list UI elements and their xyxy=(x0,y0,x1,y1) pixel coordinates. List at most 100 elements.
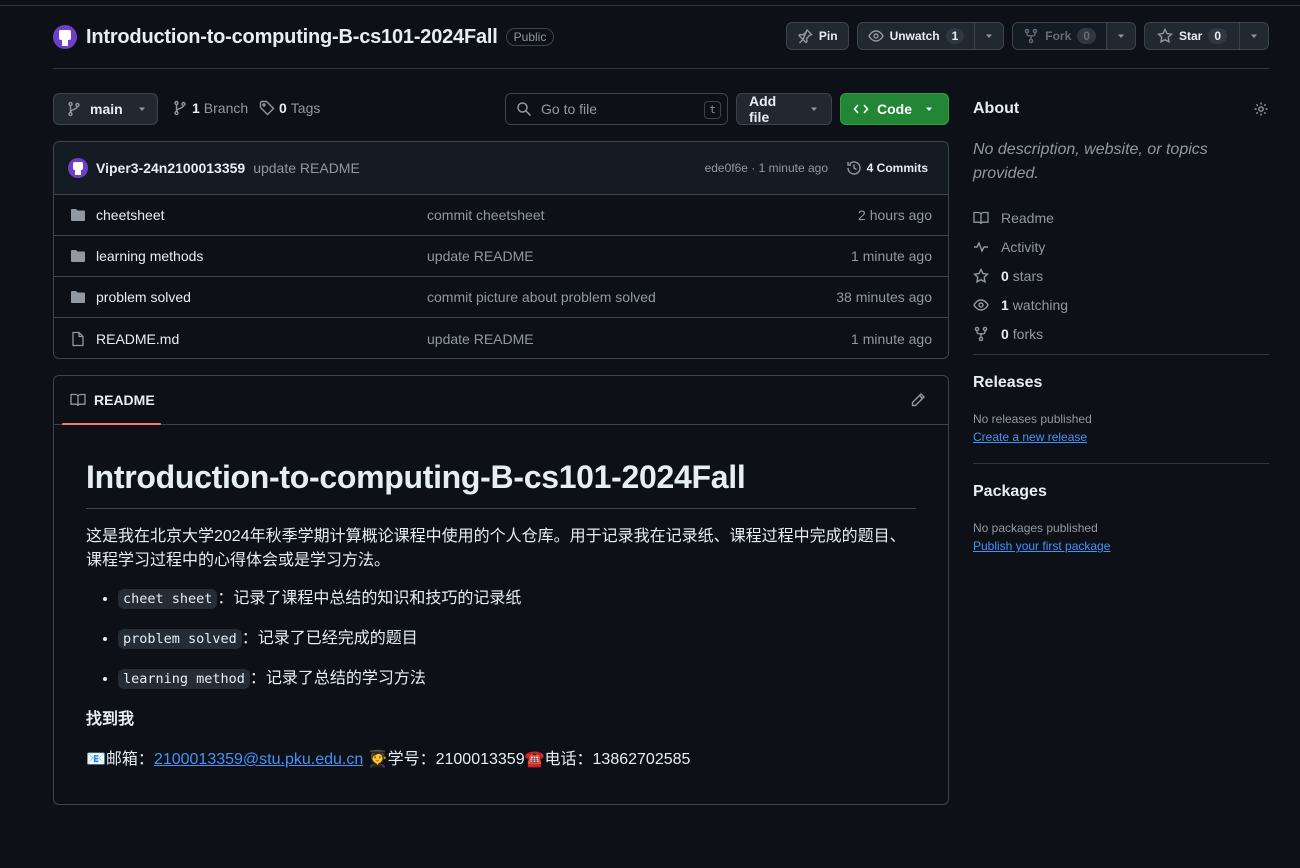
releases-status: No releases published xyxy=(973,412,1092,426)
tab-readme-label: README xyxy=(94,392,155,408)
watch-count: 1 xyxy=(945,28,965,44)
list-item-text: ：记录了总结的学习方法 xyxy=(249,670,426,687)
readme-intro: 这是我在北京大学2024年秋季学期计算概论课程中使用的个人仓库。用于记录我在记录… xyxy=(86,528,906,569)
about-heading: About xyxy=(973,100,1020,117)
file-row[interactable]: cheetsheet commit cheetsheet 2 hours ago xyxy=(54,195,948,236)
packages-heading[interactable]: Packages xyxy=(973,483,1047,501)
add-file-label: Add file xyxy=(749,93,777,125)
repo-title[interactable]: Introduction-to-computing-B-cs101-2024Fa… xyxy=(86,26,498,49)
file-name[interactable]: README.md xyxy=(96,331,179,347)
unwatch-label: Unwatch xyxy=(889,29,940,43)
readme-tab-bar: README xyxy=(54,376,948,425)
fork-icon xyxy=(1023,28,1039,44)
code-button[interactable]: Code xyxy=(840,93,949,125)
file-toolbar: main 1 Branch 0 Tags Go to file t Add fi… xyxy=(53,93,949,125)
triangle-down-icon xyxy=(809,104,819,114)
history-icon xyxy=(846,160,862,176)
commit-author-avatar[interactable] xyxy=(68,158,88,178)
star-icon xyxy=(973,267,989,284)
commit-author[interactable]: Viper3-24n2100013359 xyxy=(96,160,245,176)
shortcut-hint: t xyxy=(704,101,721,119)
pencil-icon[interactable] xyxy=(910,392,926,408)
file-name[interactable]: problem solved xyxy=(96,289,191,305)
readme-panel: README Introduction-to-computing-B-cs101… xyxy=(53,375,949,805)
watching-label: watching xyxy=(1012,296,1069,313)
file-commit-message[interactable]: commit cheetsheet xyxy=(427,207,545,223)
releases-heading[interactable]: Releases xyxy=(973,374,1042,392)
fork-dropdown-button[interactable] xyxy=(1106,22,1136,50)
tag-count-label: Tags xyxy=(290,100,321,116)
commit-hash-time[interactable]: ede0f6e · 1 minute ago xyxy=(705,161,828,175)
activity-link-label: Activity xyxy=(1001,238,1046,255)
go-to-file-input[interactable]: Go to file t xyxy=(505,93,728,125)
inline-code: problem solved xyxy=(118,629,242,649)
tags-link[interactable]: 0 Tags xyxy=(259,100,320,116)
branch-selector[interactable]: main xyxy=(53,93,158,125)
file-updated-time: 2 hours ago xyxy=(858,207,932,223)
tag-count: 0 xyxy=(279,100,287,116)
file-list: Viper3-24n2100013359 update README ede0f… xyxy=(53,141,949,359)
contact-line: 📧邮箱：2100013359@stu.pku.edu.cn 🧑‍🎓学号：2100… xyxy=(86,745,916,769)
triangle-down-icon xyxy=(1116,31,1126,41)
file-commit-message[interactable]: commit picture about problem solved xyxy=(427,289,656,305)
file-row[interactable]: learning methods update README 1 minute … xyxy=(54,236,948,277)
file-name[interactable]: cheetsheet xyxy=(96,207,165,223)
branches-link[interactable]: 1 Branch xyxy=(172,100,248,116)
branch-icon xyxy=(172,100,188,116)
commits-count: 4 Commits xyxy=(866,161,928,175)
fork-group: Fork 0 xyxy=(1012,22,1136,50)
triangle-down-icon xyxy=(924,104,934,114)
readme-link[interactable]: Readme xyxy=(973,203,1068,232)
packages-status: No packages published xyxy=(973,521,1098,535)
eye-icon xyxy=(867,28,884,44)
publish-package-link[interactable]: Publish your first package xyxy=(973,539,1110,553)
file-icon xyxy=(70,331,86,347)
sidebar-divider xyxy=(973,354,1269,355)
forks-label: forks xyxy=(1012,325,1044,342)
list-item: problem solved：记录了已经完成的题目 xyxy=(118,627,916,651)
unwatch-button[interactable]: Unwatch 1 xyxy=(856,22,976,50)
tab-readme[interactable]: README xyxy=(62,376,161,425)
create-release-link[interactable]: Create a new release xyxy=(973,430,1087,444)
file-updated-time: 1 minute ago xyxy=(851,330,932,347)
forks-count: 0 xyxy=(1001,325,1009,342)
star-dropdown-button[interactable] xyxy=(1240,22,1269,50)
file-commit-message[interactable]: update README xyxy=(427,248,534,264)
folder-icon xyxy=(70,289,86,305)
commits-history-link[interactable]: 4 Commits xyxy=(846,160,928,176)
star-button[interactable]: Star 0 xyxy=(1143,22,1240,50)
watch-dropdown-button[interactable] xyxy=(975,22,1005,50)
owner-avatar[interactable] xyxy=(53,25,77,49)
pin-label: Pin xyxy=(818,29,838,43)
file-row[interactable]: README.md update README 1 minute ago xyxy=(54,318,948,358)
file-row[interactable]: problem solved commit picture about prob… xyxy=(54,277,948,318)
file-updated-time: 38 minutes ago xyxy=(836,289,932,305)
branch-count: 1 xyxy=(192,100,200,116)
book-icon xyxy=(70,392,86,408)
branch-name: main xyxy=(90,101,123,117)
activity-link[interactable]: Activity xyxy=(973,232,1068,261)
branch-icon xyxy=(66,101,82,117)
readme-link-label: Readme xyxy=(1001,209,1054,226)
latest-commit-bar: Viper3-24n2100013359 update README ede0f… xyxy=(54,142,948,195)
file-name[interactable]: learning methods xyxy=(96,248,203,264)
add-file-button[interactable]: Add file xyxy=(736,93,832,125)
gear-icon[interactable] xyxy=(1253,101,1269,117)
forks-link[interactable]: 0 forks xyxy=(973,319,1068,348)
branch-count-label: Branch xyxy=(203,100,249,116)
fork-label: Fork xyxy=(1045,29,1072,43)
readme-content: Introduction-to-computing-B-cs101-2024Fa… xyxy=(54,459,948,769)
fork-button[interactable]: Fork 0 xyxy=(1012,22,1107,50)
student-id: 🧑‍🎓学号：2100013359 xyxy=(367,751,525,768)
email-link[interactable]: 2100013359@stu.pku.edu.cn xyxy=(154,751,363,768)
file-commit-message[interactable]: update README xyxy=(427,331,534,347)
fork-icon xyxy=(973,326,989,342)
visibility-badge: Public xyxy=(505,28,555,46)
commit-message[interactable]: update README xyxy=(253,160,360,176)
watchers-link[interactable]: 1 watching xyxy=(973,290,1068,319)
phone-number: ☎️电话：13862702585 xyxy=(524,751,691,768)
pin-button[interactable]: Pin xyxy=(785,22,849,50)
stars-link[interactable]: 0 stars xyxy=(973,261,1068,290)
readme-title: Introduction-to-computing-B-cs101-2024Fa… xyxy=(86,459,916,509)
file-updated-time: 1 minute ago xyxy=(851,248,932,264)
